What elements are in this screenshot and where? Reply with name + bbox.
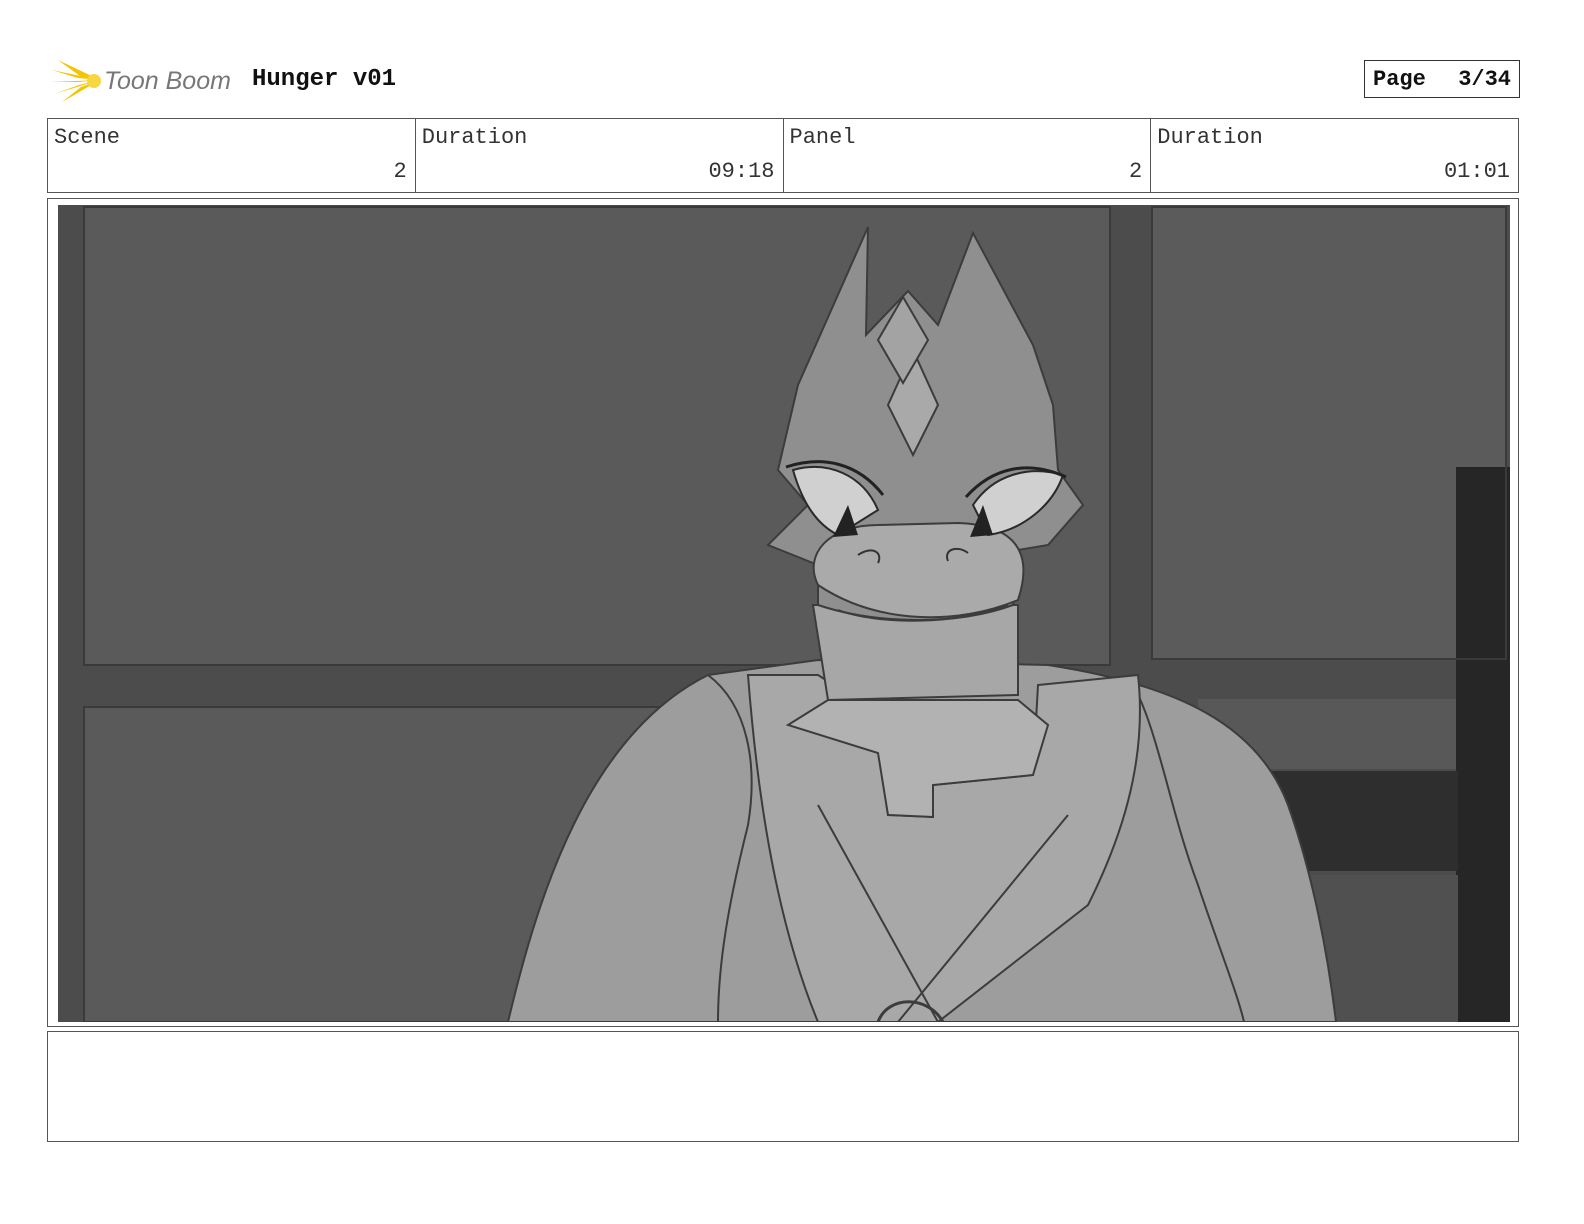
scene-cell: Scene 2 [48,119,416,192]
page-label: Page [1373,66,1426,92]
page-header: Toon Boom Hunger v01 Page 3/34 [50,58,1520,104]
page-indicator: Page 3/34 [1364,60,1520,98]
logo-text: Toon Boom [104,66,231,95]
scene-info-table: Scene 2 Duration 09:18 Panel 2 Duration … [47,118,1519,193]
sunburst-icon [50,60,101,102]
document-title: Hunger v01 [252,66,397,93]
page-number: 3/34 [1458,66,1511,92]
scene-duration-value: 09:18 [708,159,775,184]
storyboard-panel [47,198,1519,1027]
toon-boom-logo: Toon Boom [50,58,231,104]
panel-cell: Panel 2 [784,119,1152,192]
panel-notes [47,1031,1519,1142]
panel-label: Panel [789,125,856,150]
scene-label: Scene [54,125,121,150]
panel-value: 2 [1129,159,1143,184]
storyboard-sketch [58,205,1510,1022]
panel-duration-cell: Duration 01:01 [1151,119,1518,192]
scene-duration-label: Duration [421,125,528,150]
panel-duration-label: Duration [1157,125,1263,150]
scene-duration-cell: Duration 09:18 [416,119,784,192]
panel-duration-value: 01:01 [1443,159,1510,184]
scene-value: 2 [393,159,407,184]
